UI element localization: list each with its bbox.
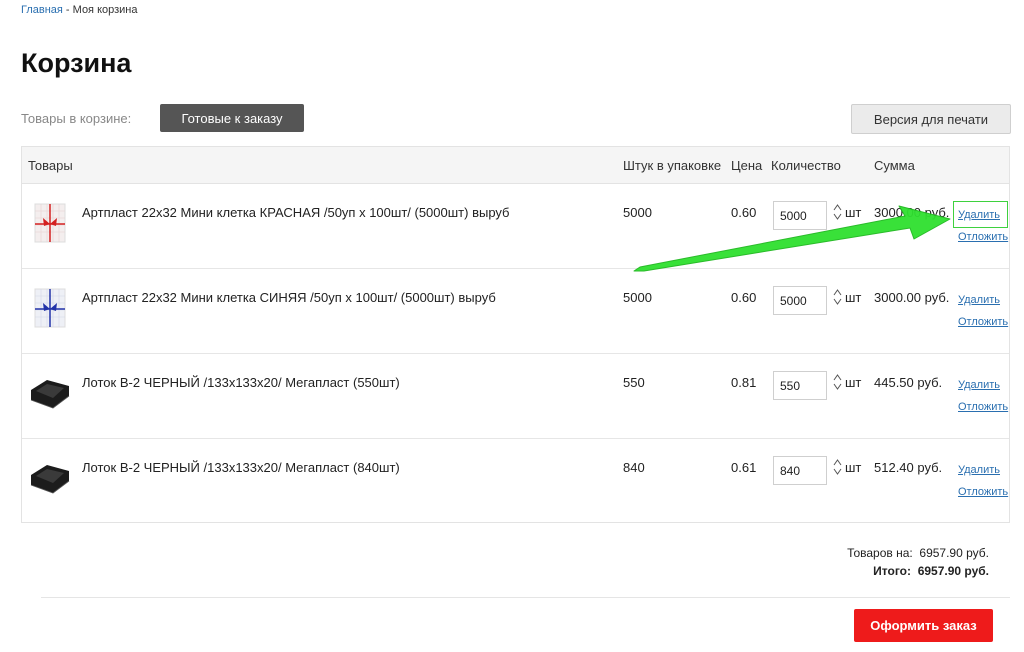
quantity-input[interactable] [773, 201, 827, 230]
unit-price: 0.60 [731, 205, 757, 220]
delete-link[interactable]: Удалить [958, 379, 1000, 391]
header-goods: Товары [28, 158, 73, 173]
quantity-unit: шт [845, 375, 862, 390]
table-row: Лоток В-2 ЧЕРНЫЙ /133х133х20/ Мегапласт … [22, 439, 1009, 524]
pack-size: 5000 [623, 290, 652, 305]
row-sum: 512.40 руб. [874, 460, 943, 475]
quantity-unit: шт [845, 460, 862, 475]
breadcrumb-home-link[interactable]: Главная [21, 4, 63, 16]
delete-link[interactable]: Удалить [958, 209, 1000, 221]
postpone-link[interactable]: Отложить [958, 486, 1008, 498]
bag-blue-bow-icon[interactable] [29, 287, 71, 329]
grand-total-value: 6957.90 руб. [917, 564, 989, 578]
unit-price: 0.61 [731, 460, 757, 475]
pack-size: 5000 [623, 205, 652, 220]
table-header: Товары Штук в упаковке Цена Количество С… [22, 147, 1009, 184]
row-sum: 3000.00 руб. [874, 205, 950, 220]
goods-total-label: Товаров на: [847, 546, 913, 560]
page-title: Корзина [21, 48, 132, 78]
product-name[interactable]: Артпласт 22х32 Мини клетка СИНЯЯ /50уп х… [82, 290, 496, 305]
quantity-input[interactable] [773, 456, 827, 485]
grand-total-line: Итого: 6957.90 руб. [847, 562, 989, 580]
breadcrumb-current: Моя корзина [72, 4, 138, 16]
row-sum: 3000.00 руб. [874, 290, 950, 305]
unit-price: 0.81 [731, 375, 757, 390]
black-tray-icon[interactable] [29, 372, 71, 414]
quantity-input[interactable] [773, 286, 827, 315]
quantity-spinner-icon[interactable] [833, 373, 842, 391]
divider [41, 597, 1010, 598]
postpone-link[interactable]: Отложить [958, 401, 1008, 413]
delete-link[interactable]: Удалить [958, 294, 1000, 306]
delete-link[interactable]: Удалить [958, 464, 1000, 476]
quantity-spinner-icon[interactable] [833, 203, 842, 221]
cart-table: Товары Штук в упаковке Цена Количество С… [21, 146, 1010, 523]
breadcrumb: Главная - Моя корзина [21, 4, 138, 16]
cart-totals: Товаров на: 6957.90 руб. Итого: 6957.90 … [847, 544, 989, 580]
print-version-button[interactable]: Версия для печати [851, 104, 1011, 134]
quantity-input[interactable] [773, 371, 827, 400]
black-tray-icon[interactable] [29, 457, 71, 499]
goods-total-line: Товаров на: 6957.90 руб. [847, 544, 989, 562]
breadcrumb-separator: - [62, 4, 73, 16]
tab-ready-to-order[interactable]: Готовые к заказу [160, 104, 304, 132]
table-row: Лоток В-2 ЧЕРНЫЙ /133х133х20/ Мегапласт … [22, 354, 1009, 439]
cart-tabs-label: Товары в корзине: [21, 111, 132, 126]
header-pack: Штук в упаковке [623, 158, 722, 173]
postpone-link[interactable]: Отложить [958, 316, 1008, 328]
quantity-unit: шт [845, 290, 862, 305]
header-qty: Количество [771, 158, 841, 173]
table-row: Артпласт 22х32 Мини клетка КРАСНАЯ /50уп… [22, 184, 1009, 269]
row-sum: 445.50 руб. [874, 375, 943, 390]
goods-total-value: 6957.90 руб. [919, 546, 989, 560]
grand-total-label: Итого: [873, 564, 912, 578]
header-sum: Сумма [874, 158, 915, 173]
product-name[interactable]: Лоток В-2 ЧЕРНЫЙ /133х133х20/ Мегапласт … [82, 375, 400, 390]
product-name[interactable]: Артпласт 22х32 Мини клетка КРАСНАЯ /50уп… [82, 205, 510, 220]
quantity-unit: шт [845, 205, 862, 220]
checkout-button[interactable]: Оформить заказ [854, 609, 993, 642]
quantity-spinner-icon[interactable] [833, 458, 842, 476]
postpone-link[interactable]: Отложить [958, 231, 1008, 243]
pack-size: 550 [623, 375, 645, 390]
header-price: Цена [731, 158, 763, 173]
product-name[interactable]: Лоток В-2 ЧЕРНЫЙ /133х133х20/ Мегапласт … [82, 460, 400, 475]
table-row: Артпласт 22х32 Мини клетка СИНЯЯ /50уп х… [22, 269, 1009, 354]
unit-price: 0.60 [731, 290, 757, 305]
quantity-spinner-icon[interactable] [833, 288, 842, 306]
bag-red-bow-icon[interactable] [29, 202, 71, 244]
pack-size: 840 [623, 460, 645, 475]
